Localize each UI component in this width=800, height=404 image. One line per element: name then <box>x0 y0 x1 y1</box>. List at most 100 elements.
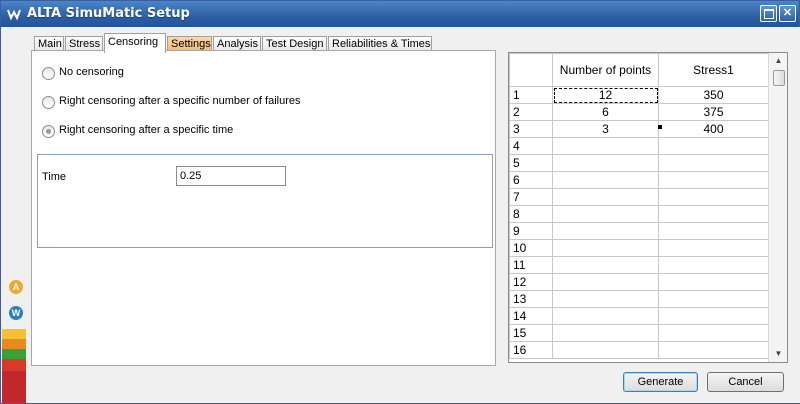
points-cell[interactable] <box>552 137 659 155</box>
stress-cell[interactable] <box>658 171 769 189</box>
censoring-panel: No censoring Right censoring after a spe… <box>31 50 496 366</box>
time-input[interactable] <box>176 166 286 186</box>
points-cell[interactable] <box>552 324 659 342</box>
points-table: Number of points Stress1 1 12 350 2 6 375 3 3 40… <box>509 53 769 359</box>
points-cell[interactable] <box>552 341 659 359</box>
table-row[interactable]: 5 <box>509 154 769 172</box>
row-number: 13 <box>509 290 553 308</box>
stress-cell[interactable] <box>658 307 769 325</box>
table-row[interactable]: 9 <box>509 222 769 240</box>
scroll-thumb[interactable] <box>773 70 785 86</box>
points-cell[interactable] <box>552 171 659 189</box>
alta-logo-icon: A <box>9 280 23 294</box>
color-band-icon <box>2 329 26 339</box>
points-cell[interactable]: 12 <box>552 86 659 104</box>
table-row[interactable]: 13 <box>509 290 769 308</box>
row-number: 3 <box>509 120 553 138</box>
scroll-down-icon[interactable]: ▼ <box>769 346 787 362</box>
stress-cell[interactable] <box>658 154 769 172</box>
stress-cell[interactable] <box>658 290 769 308</box>
dialog-content: Main Stress Censoring Settings Analysis … <box>26 27 800 403</box>
stress-cell[interactable] <box>658 239 769 257</box>
row-number: 10 <box>509 239 553 257</box>
points-cell[interactable] <box>552 205 659 223</box>
close-button[interactable]: ✕ <box>779 5 796 22</box>
weibull-logo-icon: W <box>9 306 23 320</box>
color-band-icon <box>2 359 26 371</box>
stress-cell[interactable] <box>658 273 769 291</box>
color-band-icon <box>2 339 26 349</box>
radio-button-selected[interactable] <box>42 125 55 138</box>
radio-button[interactable] <box>42 96 55 109</box>
generate-button[interactable]: Generate <box>623 372 698 392</box>
row-number: 6 <box>509 171 553 189</box>
points-cell[interactable] <box>552 222 659 240</box>
row-number: 1 <box>509 86 553 104</box>
points-cell[interactable] <box>552 188 659 206</box>
row-number: 7 <box>509 188 553 206</box>
table-row[interactable]: 6 <box>509 171 769 189</box>
vertical-scrollbar[interactable]: ▲ ▼ <box>768 53 787 362</box>
grid-corner <box>509 53 553 87</box>
column-header-points[interactable]: Number of points <box>552 53 659 87</box>
points-cell[interactable] <box>552 290 659 308</box>
points-cell[interactable]: 6 <box>552 103 659 121</box>
maximize-button[interactable] <box>760 5 777 22</box>
table-row[interactable]: 14 <box>509 307 769 325</box>
row-number: 11 <box>509 256 553 274</box>
table-row[interactable]: 2 6 375 <box>509 103 769 121</box>
time-label: Time <box>42 171 67 183</box>
row-number: 2 <box>509 103 553 121</box>
stress-cell[interactable] <box>658 222 769 240</box>
product-strip: A W <box>2 27 26 403</box>
window-title: ALTA SimuMatic Setup <box>27 6 190 21</box>
points-cell[interactable] <box>552 273 659 291</box>
close-icon: ✕ <box>782 7 793 19</box>
row-number: 4 <box>509 137 553 155</box>
stress-cell[interactable]: 350 <box>658 86 769 104</box>
radio-label: No censoring <box>59 66 124 78</box>
column-header-stress[interactable]: Stress1 <box>658 53 769 87</box>
cancel-button[interactable]: Cancel <box>707 372 784 392</box>
points-cell[interactable] <box>552 307 659 325</box>
stress-cell[interactable]: 375 <box>658 103 769 121</box>
table-row[interactable]: 16 <box>509 341 769 359</box>
row-number: 8 <box>509 205 553 223</box>
stress-cell[interactable] <box>658 341 769 359</box>
stress-cell[interactable] <box>658 324 769 342</box>
stress-cell[interactable] <box>658 256 769 274</box>
table-row[interactable]: 7 <box>509 188 769 206</box>
color-band-icon <box>2 349 26 359</box>
table-row[interactable]: 10 <box>509 239 769 257</box>
tab-censoring[interactable]: Censoring <box>104 33 166 53</box>
stress-cell[interactable] <box>658 205 769 223</box>
row-number: 9 <box>509 222 553 240</box>
selection-handle[interactable] <box>658 125 662 129</box>
points-cell[interactable] <box>552 239 659 257</box>
stress-cell[interactable] <box>658 137 769 155</box>
table-row[interactable]: 12 <box>509 273 769 291</box>
stress-cell[interactable] <box>658 188 769 206</box>
table-row[interactable]: 11 <box>509 256 769 274</box>
color-band-icon <box>2 371 26 403</box>
radio-button[interactable] <box>42 67 55 80</box>
points-cell[interactable] <box>552 154 659 172</box>
time-group: Time <box>37 154 493 248</box>
dialog-window: ALTA SimuMatic Setup ✕ A W Main Stress C… <box>0 0 800 404</box>
app-icon <box>7 9 21 21</box>
scroll-up-icon[interactable]: ▲ <box>769 53 787 69</box>
stress-cell[interactable]: 400 <box>658 120 769 138</box>
radio-label: Right censoring after a specific number … <box>59 95 301 107</box>
points-cell[interactable] <box>552 256 659 274</box>
table-row[interactable]: 15 <box>509 324 769 342</box>
table-row[interactable]: 1 12 350 <box>509 86 769 104</box>
row-number: 16 <box>509 341 553 359</box>
title-bar[interactable]: ALTA SimuMatic Setup ✕ <box>1 1 799 27</box>
points-grid[interactable]: Number of points Stress1 1 12 350 2 6 375 3 3 40… <box>508 52 788 363</box>
table-row[interactable]: 3 3 400 <box>509 120 769 138</box>
row-number: 15 <box>509 324 553 342</box>
table-row[interactable]: 8 <box>509 205 769 223</box>
maximize-icon <box>764 9 774 19</box>
table-row[interactable]: 4 <box>509 137 769 155</box>
points-cell[interactable]: 3 <box>552 120 659 138</box>
